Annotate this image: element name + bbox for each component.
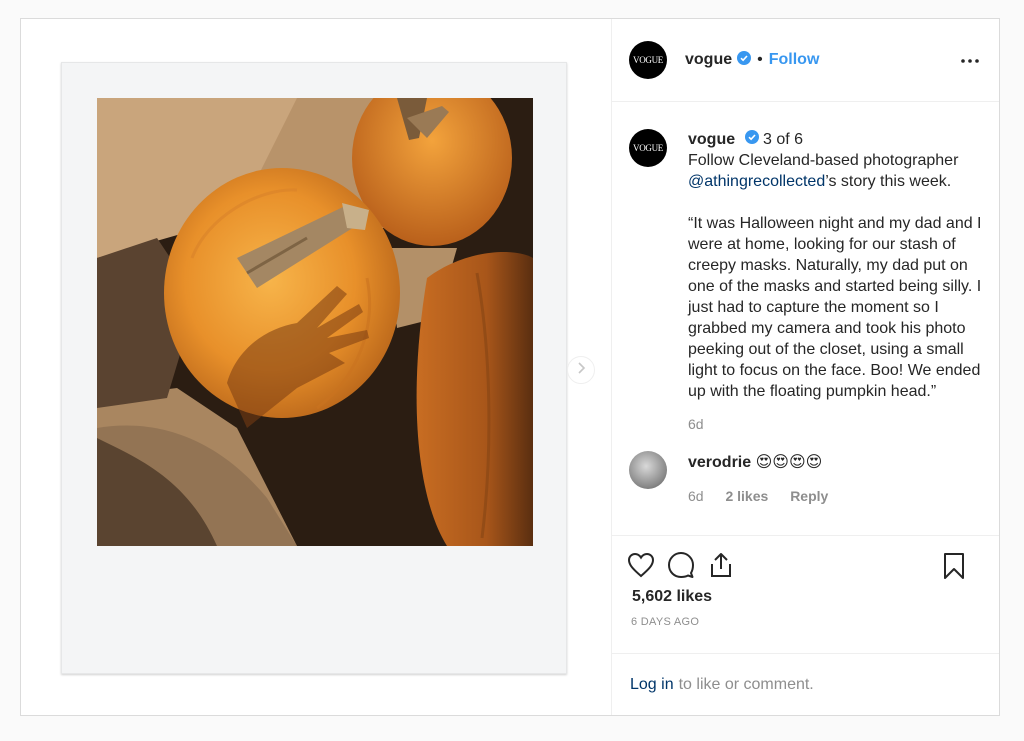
login-link[interactable]: Log in	[630, 676, 674, 694]
post-date[interactable]: 6 DAYS AGO	[611, 616, 999, 628]
login-text: to like or comment.	[678, 675, 814, 693]
comment-meta: 6d 2 likes Reply	[688, 486, 846, 507]
comment-icon[interactable]	[667, 551, 695, 579]
comment-likes[interactable]: 2 likes	[725, 488, 768, 504]
commenter-username[interactable]: verodrie	[688, 454, 751, 471]
commenter-avatar[interactable]	[629, 451, 667, 490]
follow-button[interactable]: Follow	[769, 51, 820, 69]
photo-counter: 3 of 6	[763, 131, 804, 148]
caption: VOGUE vogue 3 of 6 Follow Cleveland-base…	[629, 129, 989, 435]
comments-section: VOGUE vogue 3 of 6 Follow Cleveland-base…	[629, 129, 989, 507]
chevron-right-icon	[575, 361, 587, 380]
post-media	[21, 19, 612, 715]
comment-row: verodrie 😍😍😍😍 6d 2 likes Reply	[629, 451, 989, 507]
bookmark-icon[interactable]	[943, 552, 965, 580]
caption-time[interactable]: 6d	[688, 414, 988, 435]
caption-body: vogue 3 of 6 Follow Cleveland-based phot…	[688, 129, 988, 435]
caption-line1: Follow Cleveland-based photographer	[688, 152, 959, 170]
caption-avatar[interactable]: VOGUE	[629, 129, 667, 167]
caption-quote: “It was Halloween night and my dad and I…	[688, 215, 982, 401]
pumpkin-photo-image	[97, 98, 533, 546]
verified-badge-icon	[744, 129, 759, 150]
comment-time[interactable]: 6d	[688, 488, 704, 504]
comment-body: verodrie 😍😍😍😍 6d 2 likes Reply	[688, 451, 846, 507]
reply-button[interactable]: Reply	[790, 488, 828, 504]
more-options-icon[interactable]	[961, 50, 979, 68]
next-photo-button[interactable]	[567, 356, 595, 384]
comment-text: 😍😍😍😍	[755, 454, 823, 472]
polaroid-frame	[61, 62, 567, 674]
share-icon[interactable]	[707, 551, 735, 579]
post-header: VOGUE vogue • Follow	[611, 19, 999, 102]
caption-username[interactable]: vogue	[688, 131, 735, 148]
avatar[interactable]: VOGUE	[629, 41, 667, 79]
caption-line1-tail: ’s story this week.	[825, 173, 952, 191]
post-card: VOGUE vogue • Follow VOGUE vogue 3 of 6 …	[20, 18, 1000, 716]
mention-link[interactable]: @athingrecollected	[688, 173, 825, 190]
verified-badge-icon	[737, 50, 752, 70]
login-prompt: Log in to like or comment.	[611, 653, 999, 715]
heart-icon[interactable]	[627, 552, 655, 578]
pumpkin-photo	[97, 98, 533, 546]
actions-area: 5,602 likes 6 DAYS AGO	[611, 535, 999, 628]
header-username[interactable]: vogue	[685, 51, 732, 69]
post-sidebar: VOGUE vogue • Follow VOGUE vogue 3 of 6 …	[611, 19, 999, 715]
action-icons	[611, 536, 999, 594]
separator-dot: •	[757, 51, 763, 68]
